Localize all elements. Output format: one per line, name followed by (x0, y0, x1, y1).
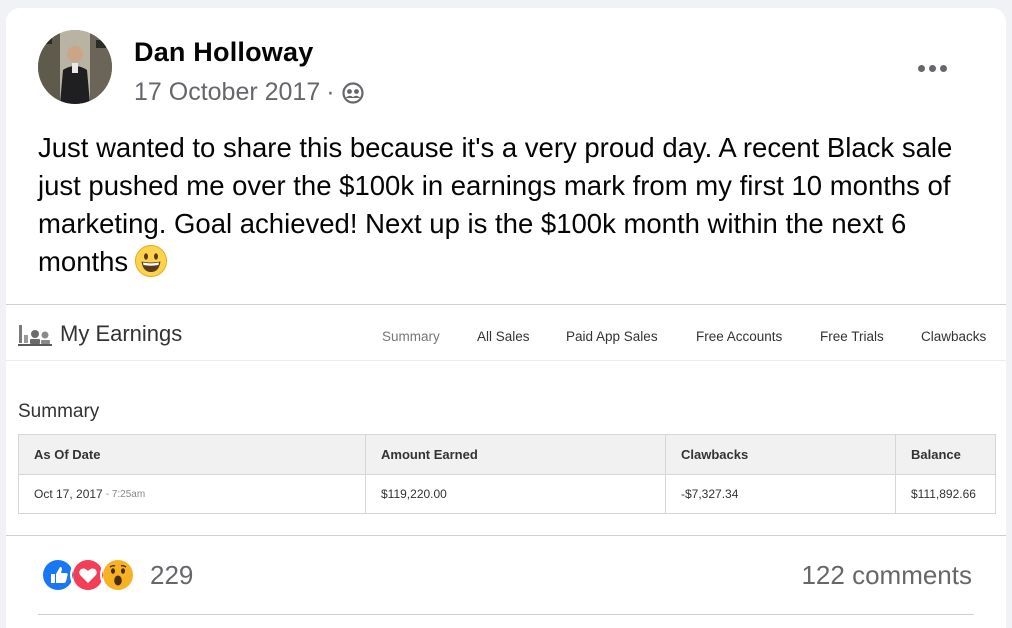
cell-clawbacks: -$7,327.34 (665, 475, 895, 513)
grinning-face-icon (134, 244, 168, 278)
tab-free-accounts[interactable]: Free Accounts (696, 329, 782, 344)
tab-summary[interactable]: Summary (382, 329, 440, 344)
footer-divider (38, 614, 974, 615)
avatar[interactable] (38, 30, 112, 104)
post-date[interactable]: 17 October 2017 (134, 78, 320, 107)
post-text: Just wanted to share this because it's a… (38, 129, 978, 281)
post-card: Dan Holloway 17 October 2017 · Just want… (6, 8, 1006, 628)
summary-heading: Summary (18, 401, 100, 422)
table-header-row: As Of Date Amount Earned Clawbacks Balan… (19, 435, 995, 475)
tab-all-sales[interactable]: All Sales (477, 329, 530, 344)
earnings-table: As Of Date Amount Earned Clawbacks Balan… (18, 434, 996, 514)
post-text-body: Just wanted to share this because it's a… (38, 132, 953, 277)
tab-free-trials[interactable]: Free Trials (820, 329, 884, 344)
earnings-header: My Earnings Summary All Sales Paid App S… (6, 305, 1006, 361)
table-row: Oct 17, 2017 - 7:25am $119,220.00 -$7,32… (19, 475, 995, 513)
cell-amount-earned: $119,220.00 (365, 475, 665, 513)
more-dot-icon (939, 64, 947, 72)
more-dot-icon (917, 64, 925, 72)
meta-separator: · (326, 78, 335, 106)
tab-paid-app-sales[interactable]: Paid App Sales (566, 329, 658, 344)
cell-balance: $111,892.66 (895, 475, 995, 513)
comments-count[interactable]: 122 comments (801, 560, 972, 591)
friends-icon[interactable] (341, 81, 365, 105)
header-amount-earned: Amount Earned (365, 435, 665, 474)
row-date: Oct 17, 2017 (34, 487, 103, 501)
avatar-photo (38, 30, 112, 104)
header-as-of-date: As Of Date (34, 447, 101, 462)
author-name[interactable]: Dan Holloway (134, 37, 313, 68)
cell-date: Oct 17, 2017 - 7:25am (19, 475, 365, 513)
more-options-button[interactable] (912, 56, 952, 80)
row-time: - 7:25am (105, 488, 146, 500)
more-dot-icon (928, 64, 936, 72)
tab-clawbacks[interactable]: Clawbacks (921, 329, 986, 344)
header-clawbacks: Clawbacks (665, 435, 895, 474)
earnings-tabs: Summary All Sales Paid App Sales Free Ac… (6, 329, 1006, 349)
reactions-summary[interactable]: 229 (40, 555, 193, 595)
header-balance: Balance (895, 435, 995, 474)
earnings-screenshot[interactable]: My Earnings Summary All Sales Paid App S… (6, 304, 1006, 536)
reaction-count[interactable]: 229 (150, 560, 193, 591)
wow-icon (100, 557, 136, 593)
post-meta: 17 October 2017 · (134, 78, 365, 107)
